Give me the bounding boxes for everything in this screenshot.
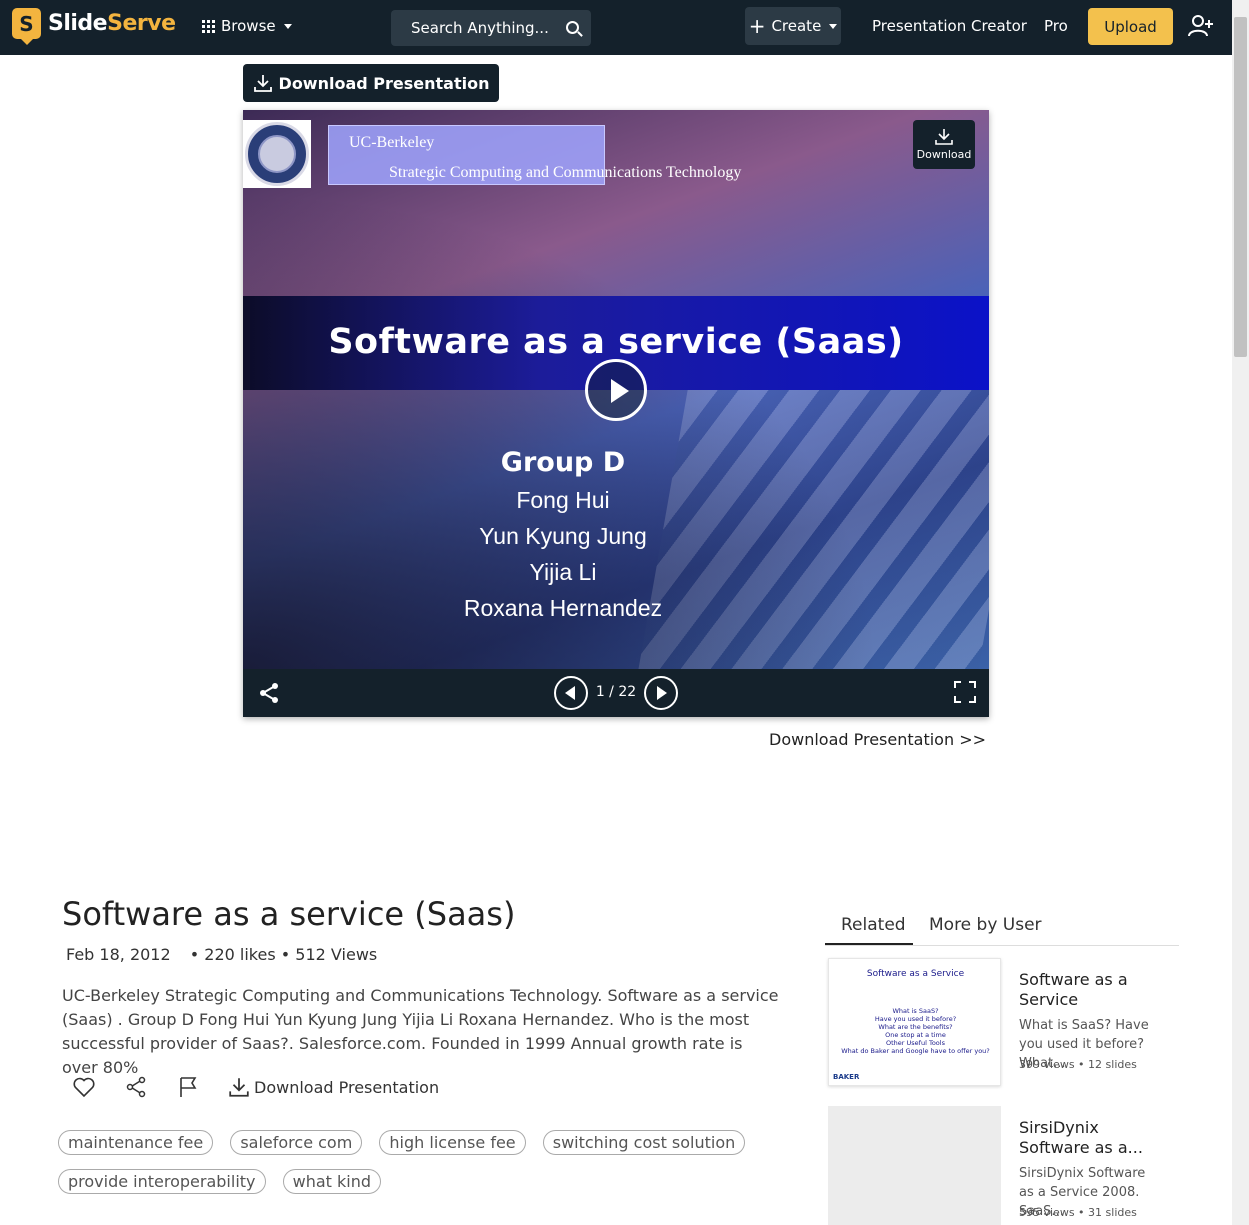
logo-text: SlideServe (48, 11, 176, 36)
slide-image: UC-Berkeley Strategic Computing and Comm… (243, 110, 989, 669)
tag-list: maintenance fee saleforce com high licen… (58, 1130, 778, 1208)
slide-group: Group D Fong Hui Yun Kyung Jung Yijia Li… (403, 447, 723, 626)
previous-slide-button[interactable] (554, 676, 588, 710)
download-presentation-link[interactable]: Download Presentation >> (769, 730, 986, 749)
tag[interactable]: provide interoperability (58, 1169, 266, 1194)
download-icon (935, 129, 953, 145)
share-icon[interactable] (124, 1075, 148, 1099)
related-title[interactable]: Software as a Service (1019, 970, 1169, 1010)
logo-text-slide: Slide (48, 11, 108, 36)
add-user-icon[interactable] (1188, 14, 1214, 38)
pro-link[interactable]: Pro (1044, 17, 1068, 35)
top-navbar: S SlideServe Browse Search Anything... +… (0, 0, 1232, 55)
tab-more-by-user[interactable]: More by User (929, 915, 1042, 935)
member-name: Fong Hui (516, 487, 610, 513)
slide-player: UC-Berkeley Strategic Computing and Comm… (243, 110, 989, 717)
uc-line2: Strategic Computing and Communications T… (389, 164, 742, 181)
download-icon (253, 75, 272, 92)
likes-count: • 220 likes (189, 945, 276, 964)
presentation-title: Software as a service (Saas) (62, 895, 516, 933)
active-tab-underline (825, 943, 913, 945)
related-thumbnail[interactable]: Software as a Service What is SaaS? Have… (828, 958, 1001, 1086)
plus-icon: + (748, 14, 766, 38)
caret-down-icon (283, 23, 292, 29)
download-presentation-button[interactable]: Download Presentation (243, 64, 499, 102)
download-mini-label: Download (916, 148, 972, 161)
tag[interactable]: saleforce com (230, 1130, 363, 1155)
download-mini-button[interactable]: Download (913, 120, 975, 169)
tag[interactable]: switching cost solution (542, 1130, 746, 1155)
logo-badge: S (12, 8, 41, 45)
related-tabs: Related More by User (825, 906, 1179, 946)
baker-logo: BAKER (833, 1073, 860, 1081)
logo-letter: S (19, 11, 34, 36)
thumbnail-line: What is SaaS? (892, 1007, 939, 1015)
thumbnail-title: Software as a Service (866, 969, 965, 979)
scrollbar-thumb[interactable] (1234, 17, 1247, 357)
search-icon[interactable] (566, 21, 579, 34)
related-title[interactable]: SirsiDynix Software as a... (1019, 1118, 1169, 1158)
presentation-meta: Feb 18, 2012 • 220 likes • 512 Views (66, 945, 377, 964)
related-thumbnail[interactable] (828, 1106, 1001, 1225)
related-stats: 595 views • 31 slides (1019, 1206, 1137, 1219)
grid-icon (202, 19, 215, 33)
thumbnail-line: Other Useful Tools (886, 1039, 945, 1047)
tag[interactable]: high license fee (379, 1130, 526, 1155)
tab-related[interactable]: Related (841, 915, 906, 935)
share-icon[interactable] (257, 681, 281, 705)
related-item[interactable]: Software as a Service What is SaaS? Have… (828, 958, 1180, 1088)
publish-date: Feb 18, 2012 (66, 945, 171, 964)
thumbnail-line: What are the benefits? (878, 1023, 953, 1031)
member-name: Roxana Hernandez (463, 595, 663, 621)
uc-line1: UC-Berkeley (349, 134, 435, 151)
slideserve-logo[interactable]: S SlideServe (12, 8, 176, 45)
member-name: Yijia Li (529, 559, 597, 585)
download-icon (229, 1078, 249, 1097)
group-heading: Group D (500, 447, 626, 478)
page-indicator: 1 / 22 (595, 684, 637, 700)
download-action-label: Download Presentation (254, 1077, 440, 1097)
player-controls: 1 / 22 (243, 669, 989, 717)
create-label: Create (771, 17, 822, 35)
flag-icon[interactable] (176, 1075, 200, 1099)
slide-title: Software as a service (Saas) (328, 322, 904, 362)
related-stats: 399 views • 12 slides (1019, 1058, 1137, 1071)
search-input[interactable]: Search Anything... (391, 10, 591, 46)
views-count: • 512 Views (280, 945, 378, 964)
next-slide-button[interactable] (644, 676, 678, 710)
tag[interactable]: maintenance fee (58, 1130, 214, 1155)
thumbnail-lines: What is SaaS? Have you used it before? W… (829, 1007, 1002, 1055)
heart-icon[interactable] (72, 1075, 96, 1099)
presentation-creator-link[interactable]: Presentation Creator (872, 17, 1027, 35)
caret-down-icon (829, 23, 838, 29)
fullscreen-icon[interactable] (954, 681, 976, 703)
uc-berkeley-seal (243, 120, 311, 188)
logo-text-serve: Serve (107, 11, 176, 36)
action-bar: Download Presentation (72, 1075, 439, 1099)
page-scrollbar[interactable] (1232, 0, 1249, 1225)
download-presentation-action[interactable]: Download Presentation (228, 1076, 439, 1098)
download-presentation-label: Download Presentation (278, 73, 490, 93)
related-item[interactable]: SirsiDynix Software as a... SirsiDynix S… (828, 1106, 1180, 1225)
tag[interactable]: what kind (282, 1169, 382, 1194)
browse-label: Browse (221, 17, 276, 35)
search-placeholder: Search Anything... (411, 19, 549, 37)
play-icon[interactable] (585, 359, 647, 421)
browse-menu[interactable]: Browse (202, 17, 292, 35)
create-button[interactable]: + Create (745, 7, 841, 45)
presentation-description: UC-Berkeley Strategic Computing and Comm… (62, 986, 779, 1077)
thumbnail-line: Have you used it before? (874, 1015, 957, 1023)
member-name: Yun Kyung Jung (479, 523, 647, 549)
thumbnail-line: What do Baker and Google have to offer y… (841, 1047, 990, 1055)
upload-button[interactable]: Upload (1088, 8, 1173, 45)
thumbnail-line: One stop at a time (885, 1031, 946, 1039)
